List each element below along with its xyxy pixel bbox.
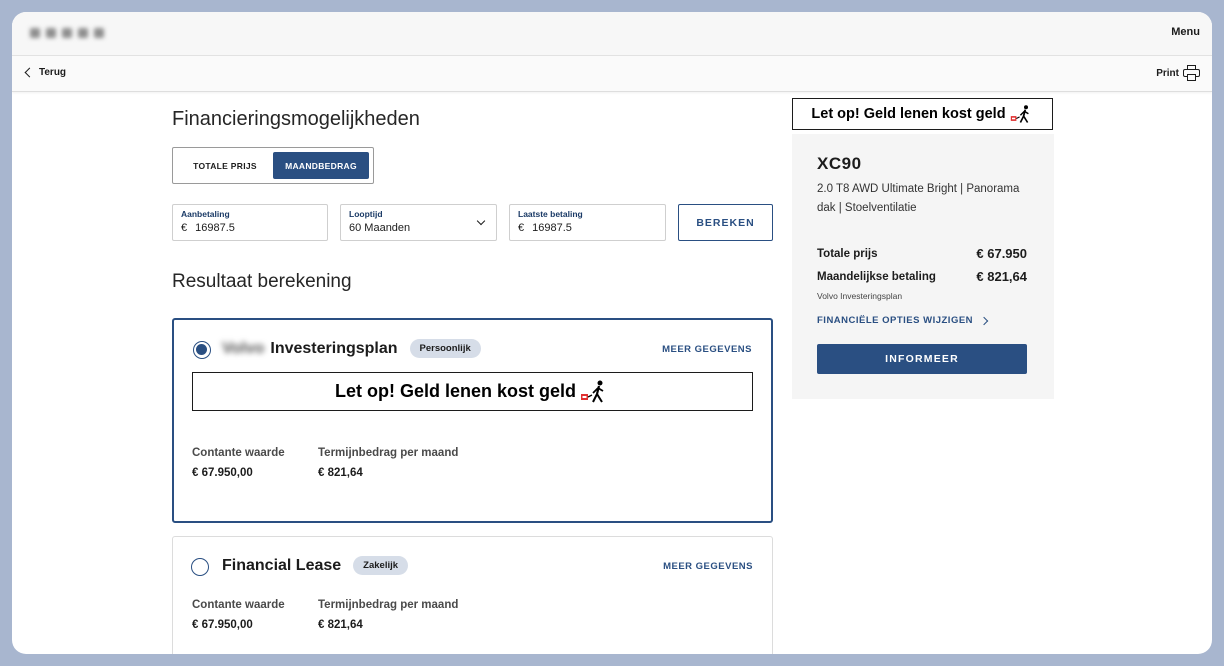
plan-card-investeringsplan[interactable]: Volvo Investeringsplan Persoonlijk MEER … [172,318,773,523]
chevron-down-icon [476,216,486,226]
monthly-value: € 821,64 [318,619,363,631]
more-details-link[interactable]: MEER GEGEVENS [662,344,752,355]
monthly-payment-label: Maandelijkse betaling [817,271,936,283]
cash-value: € 67.950,00 [192,467,253,479]
term-select[interactable]: Looptijd 60 Maanden [340,204,497,241]
toggle-monthly[interactable]: MAANDBEDRAG [273,152,369,179]
sub-bar: Terug Print [12,56,1212,92]
plan-card-financial-lease[interactable]: Financial Lease Zakelijk MEER GEGEVENS C… [172,536,773,654]
walking-person-icon [581,380,604,403]
page-title: Financieringsmogelijkheden [172,108,420,130]
monthly-payment-value: € 821,64 [976,269,1027,284]
cash-value: € 67.950,00 [192,619,253,631]
print-label: Print [1156,67,1179,79]
more-details-link[interactable]: MEER GEGEVENS [663,561,753,572]
plan-badge: Persoonlijk [409,339,481,358]
change-financing-label: FINANCIËLE OPTIES WIJZIGEN [817,315,974,326]
calculate-button[interactable]: BEREKEN [678,204,773,241]
change-financing-link[interactable]: FINANCIËLE OPTIES WIJZIGEN [817,315,989,326]
monthly-value: € 821,64 [318,467,363,479]
top-bar: Menu [12,12,1212,56]
chevron-left-icon [24,67,35,78]
down-payment-value: €16987.5 [181,222,235,234]
loan-warning-banner-small: Let op! Geld lenen kost geld [792,98,1053,130]
app-window: Menu Terug Print Financieringsmogelijkhe… [12,12,1212,654]
down-payment-label: Aanbetaling [181,209,230,219]
total-price-label: Totale prijs [817,248,878,260]
loan-warning-text: Let op! Geld lenen kost geld [334,381,577,401]
loan-warning-text: Let op! Geld lenen kost geld [811,106,1006,122]
inform-button[interactable]: INFORMEER [817,344,1027,374]
monthly-label: Termijnbedrag per maand [318,599,459,611]
last-payment-value: €16987.5 [518,222,572,234]
price-mode-toggle: TOTALE PRIJS MAANDBEDRAG [172,147,374,184]
back-label: Terug [39,67,67,78]
printer-icon [1183,65,1200,81]
plan-brand: Volvo [222,339,265,357]
plan-radio[interactable] [191,558,209,576]
plan-badge: Zakelijk [353,556,409,575]
results-title: Resultaat berekening [172,271,352,292]
plan-name: Financial Lease [222,556,342,574]
last-payment-field[interactable]: Laatste betaling €16987.5 [509,204,666,241]
down-payment-field[interactable]: Aanbetaling €16987.5 [172,204,328,241]
plan-title: Volvo Investeringsplan Persoonlijk [222,339,481,358]
term-label: Looptijd [349,209,383,219]
plan-title: Financial Lease Zakelijk [222,556,409,575]
chevron-right-icon [979,316,989,325]
cash-value-label: Contante waarde [192,599,285,611]
car-model: XC90 [817,154,862,173]
print-button[interactable]: Print [1156,65,1200,81]
toggle-total-price[interactable]: TOTALE PRIJS [177,152,273,179]
cash-value-label: Contante waarde [192,447,285,459]
total-price-value: € 67.950 [976,246,1027,261]
plan-radio-selected[interactable] [193,341,211,359]
term-value: 60 Maanden [349,222,411,234]
back-link[interactable]: Terug [24,67,67,78]
plan-name-note: Volvo Investeringsplan [817,291,903,301]
walking-person-icon [1010,104,1029,123]
last-payment-label: Laatste betaling [518,209,583,219]
monthly-label: Termijnbedrag per maand [318,447,459,459]
summary-panel: XC90 2.0 T8 AWD Ultimate Bright | Panora… [792,134,1054,399]
plan-name: Investeringsplan [270,339,398,357]
car-variant: 2.0 T8 AWD Ultimate Bright | Panorama da… [817,183,1020,214]
loan-warning-banner: Let op! Geld lenen kost geld [192,372,753,411]
brand-logo [30,28,104,38]
menu-button[interactable]: Menu [1171,26,1200,38]
